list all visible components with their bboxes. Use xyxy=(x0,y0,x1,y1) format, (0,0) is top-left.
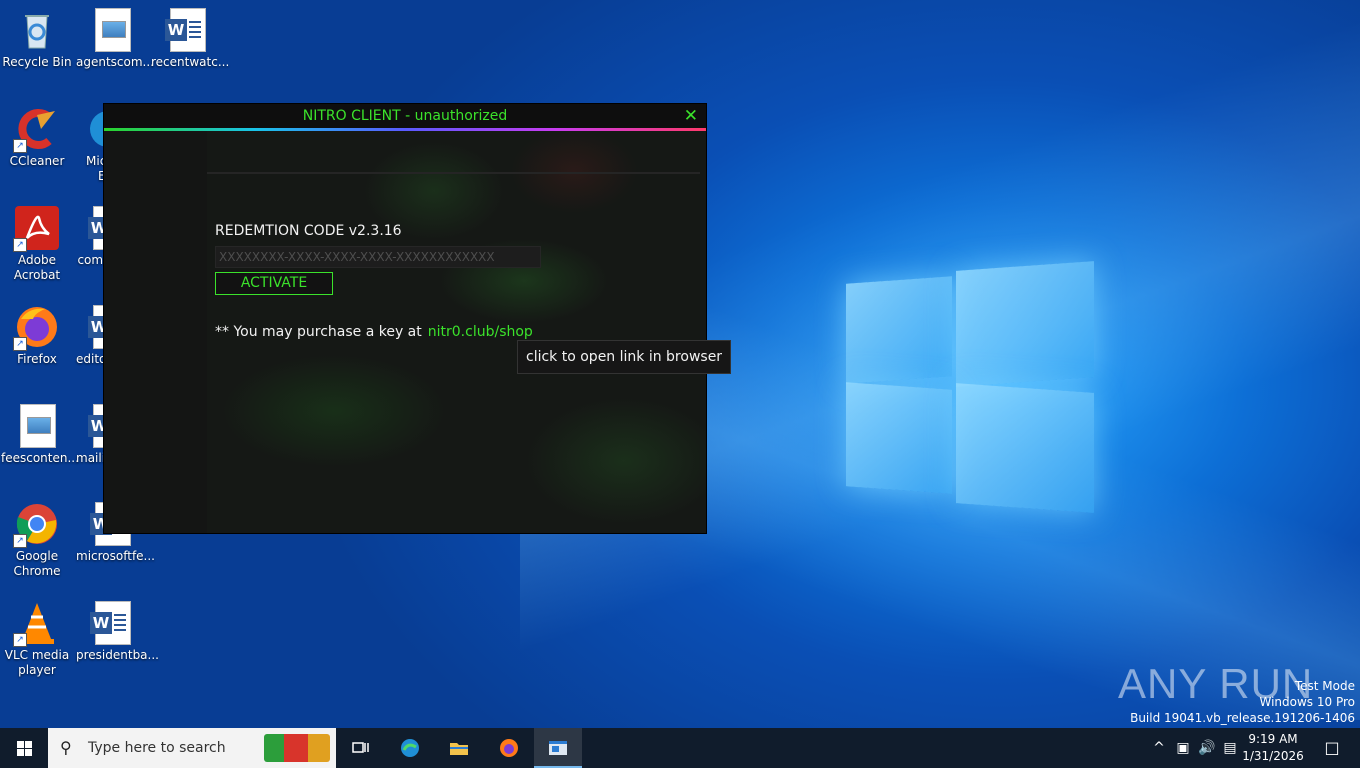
window-titlebar[interactable]: NITRO CLIENT - unauthorized ✕ xyxy=(104,104,706,128)
image-file-icon xyxy=(90,8,134,52)
windows-start-icon xyxy=(17,741,32,756)
start-button[interactable] xyxy=(0,728,48,768)
word-document-icon: W xyxy=(90,601,134,645)
taskbar-file-explorer[interactable] xyxy=(435,728,483,768)
nitro-app-icon xyxy=(549,741,567,755)
app-body: REDEMTION CODE v2.3.16 ACTIVATE ** You m… xyxy=(104,131,706,533)
redemption-code-label: REDEMTION CODE v2.3.16 xyxy=(215,223,402,239)
firefox-icon xyxy=(500,739,518,757)
desktop-icon-vlc[interactable]: ↗ VLC media player xyxy=(1,601,73,678)
test-mode-info: Test Mode Windows 10 Pro Build 19041.vb_… xyxy=(1130,679,1355,725)
notification-icon[interactable]: □ xyxy=(1312,728,1352,768)
file-explorer-icon xyxy=(450,743,468,755)
acrobat-icon: ↗ xyxy=(13,206,59,252)
desktop-icon-recycle-bin[interactable]: Recycle Bin xyxy=(1,8,73,70)
word-document-icon: W xyxy=(165,8,209,52)
ccleaner-icon: ↗ xyxy=(13,107,59,153)
clock-date: 1/31/2026 xyxy=(1242,749,1304,763)
task-view-icon xyxy=(352,742,369,753)
side-panel xyxy=(104,131,207,533)
taskbar-search-box[interactable]: ⚲ Type here to search xyxy=(48,728,336,768)
task-view-button[interactable] xyxy=(336,728,384,768)
redemption-code-input[interactable] xyxy=(215,246,541,268)
purchase-text: ** You may purchase a key at xyxy=(215,324,422,340)
windows-logo-wallpaper xyxy=(846,258,1094,513)
search-icon: ⚲ xyxy=(60,738,72,757)
desktop-icon-ccleaner[interactable]: ↗ CCleaner xyxy=(1,107,73,169)
taskbar-firefox[interactable] xyxy=(485,728,533,768)
close-icon[interactable]: ✕ xyxy=(684,104,698,128)
recycle-bin-icon xyxy=(15,8,59,52)
meet-now-icon[interactable]: ▣ xyxy=(1172,728,1194,768)
taskbar-edge[interactable] xyxy=(386,728,434,768)
shop-link[interactable]: nitr0.club/shop xyxy=(428,324,533,340)
firefox-icon: ↗ xyxy=(13,305,59,351)
purchase-note: ** You may purchase a key at nitr0.club/s… xyxy=(215,324,533,340)
taskbar: ⚲ Type here to search ^ ▣ 🔊 ▤ 9:19 AM 1/… xyxy=(0,728,1360,768)
nitro-client-window: NITRO CLIENT - unauthorized ✕ REDEMTION … xyxy=(104,104,706,533)
taskbar-nitro-app[interactable] xyxy=(534,728,582,768)
edge-icon xyxy=(401,739,419,757)
search-placeholder: Type here to search xyxy=(88,740,226,756)
image-file-icon xyxy=(15,404,59,448)
link-tooltip: click to open link in browser xyxy=(517,340,732,374)
window-title: NITRO CLIENT - unauthorized xyxy=(302,108,508,124)
taskbar-clock[interactable]: 9:19 AM 1/31/2026 xyxy=(1238,731,1308,765)
desktop-icon-agentscom[interactable]: agentscom... xyxy=(76,8,154,70)
desktop-icon-adobe-acrobat[interactable]: ↗ Adobe Acrobat xyxy=(1,206,73,283)
chrome-icon: ↗ xyxy=(13,502,59,548)
desktop-icon-firefox[interactable]: ↗ Firefox xyxy=(1,305,73,367)
desktop-icon-recentwatc[interactable]: W recentwatc... xyxy=(151,8,229,70)
divider xyxy=(207,172,700,174)
desktop-icon-feesconten[interactable]: feesconten... xyxy=(1,404,79,466)
volume-icon[interactable]: 🔊 xyxy=(1196,728,1218,768)
activate-button[interactable]: ACTIVATE xyxy=(215,272,333,295)
desktop-icon-presidentba[interactable]: W presidentba... xyxy=(76,601,159,663)
vlc-icon: ↗ xyxy=(13,601,59,647)
gift-boxes-icon xyxy=(264,734,330,762)
desktop-icon-google-chrome[interactable]: ↗ Google Chrome xyxy=(1,502,73,579)
show-hidden-icons[interactable]: ^ xyxy=(1148,728,1170,768)
clock-time: 9:19 AM xyxy=(1248,732,1298,746)
